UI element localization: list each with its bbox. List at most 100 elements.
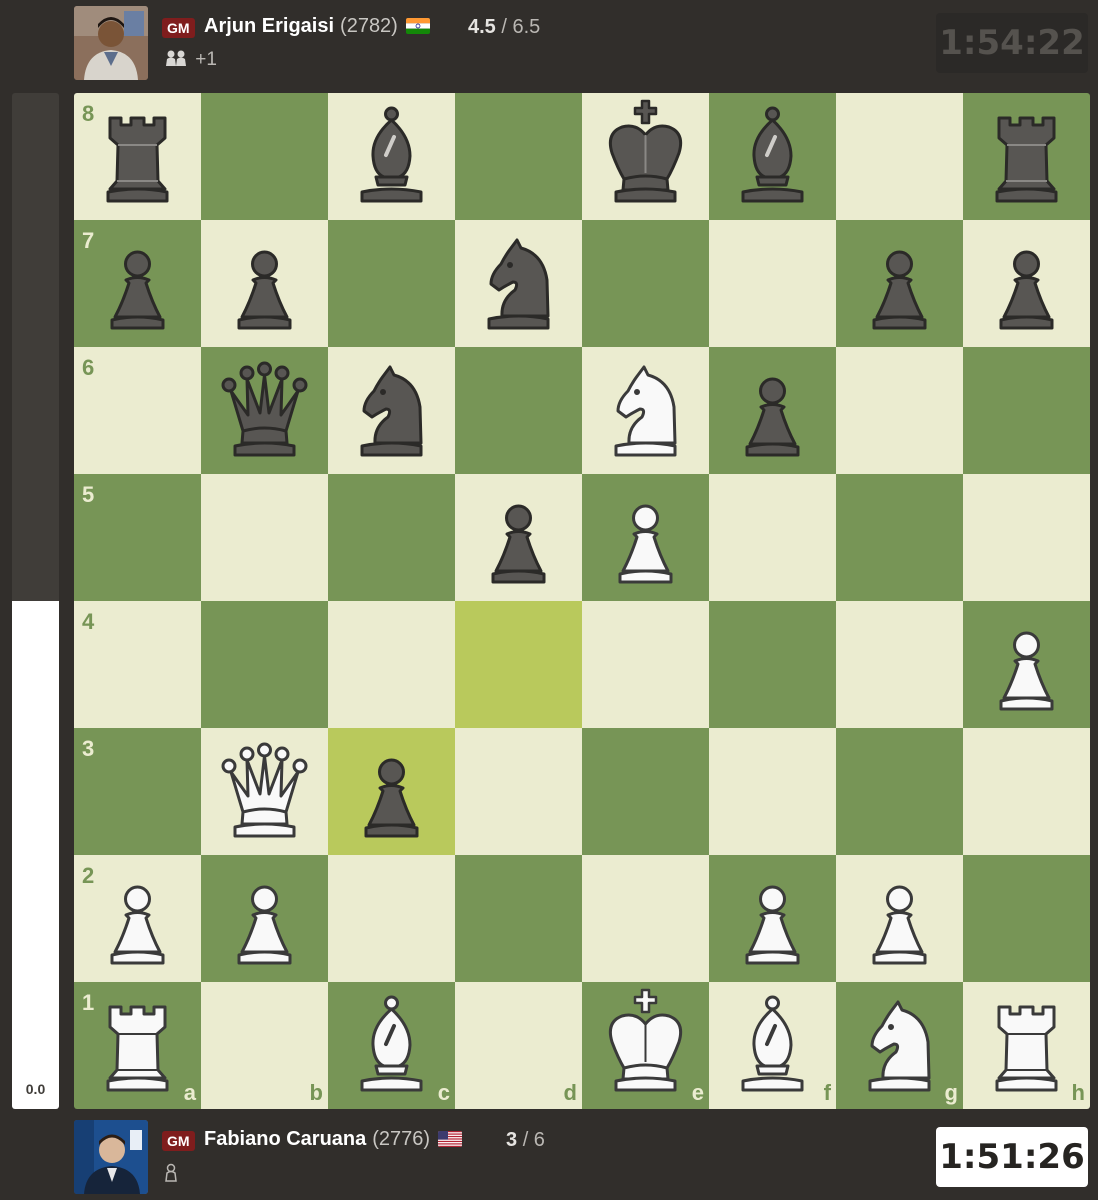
square-c3[interactable] <box>328 728 455 855</box>
square-a8[interactable]: 8 <box>74 93 201 220</box>
square-e8[interactable] <box>582 93 709 220</box>
square-f6[interactable] <box>709 347 836 474</box>
square-f8[interactable] <box>709 93 836 220</box>
white-pawn-icon[interactable] <box>836 855 963 982</box>
square-h3[interactable] <box>963 728 1090 855</box>
square-b3[interactable] <box>201 728 328 855</box>
square-a5[interactable]: 5 <box>74 474 201 601</box>
white-king-icon[interactable] <box>582 982 709 1109</box>
square-a7[interactable]: 7 <box>74 220 201 347</box>
square-c5[interactable] <box>328 474 455 601</box>
square-c1[interactable]: c <box>328 982 455 1109</box>
black-bishop-icon[interactable] <box>328 93 455 220</box>
rank-label-5: 5 <box>82 482 95 507</box>
white-knight-icon[interactable] <box>836 982 963 1109</box>
square-b4[interactable] <box>201 601 328 728</box>
white-queen-icon[interactable] <box>201 728 328 855</box>
square-d2[interactable] <box>455 855 582 982</box>
square-g8[interactable] <box>836 93 963 220</box>
square-h7[interactable] <box>963 220 1090 347</box>
square-d1[interactable]: d <box>455 982 582 1109</box>
square-f7[interactable] <box>709 220 836 347</box>
black-queen-icon[interactable] <box>201 347 328 474</box>
square-b7[interactable] <box>201 220 328 347</box>
black-rook-icon[interactable] <box>963 93 1090 220</box>
square-g4[interactable] <box>836 601 963 728</box>
top-player-name[interactable]: Arjun Erigaisi <box>204 15 334 37</box>
black-pawn-icon[interactable] <box>709 347 836 474</box>
bottom-player-avatar[interactable] <box>74 1120 148 1194</box>
square-d3[interactable] <box>455 728 582 855</box>
square-d5[interactable] <box>455 474 582 601</box>
square-e3[interactable] <box>582 728 709 855</box>
black-pawn-icon[interactable] <box>328 728 455 855</box>
square-d7[interactable] <box>455 220 582 347</box>
black-rook-icon[interactable] <box>74 93 201 220</box>
white-rook-icon[interactable] <box>74 982 201 1109</box>
square-b6[interactable] <box>201 347 328 474</box>
square-h6[interactable] <box>963 347 1090 474</box>
square-g2[interactable] <box>836 855 963 982</box>
square-b2[interactable] <box>201 855 328 982</box>
square-a1[interactable]: 1a <box>74 982 201 1109</box>
square-b8[interactable] <box>201 93 328 220</box>
square-c7[interactable] <box>328 220 455 347</box>
square-h5[interactable] <box>963 474 1090 601</box>
white-pawn-icon[interactable] <box>963 601 1090 728</box>
black-bishop-icon[interactable] <box>709 93 836 220</box>
square-f4[interactable] <box>709 601 836 728</box>
evaluation-bar[interactable]: 0.0 <box>12 93 59 1109</box>
square-g7[interactable] <box>836 220 963 347</box>
square-d4[interactable] <box>455 601 582 728</box>
square-f5[interactable] <box>709 474 836 601</box>
square-a2[interactable]: 2 <box>74 855 201 982</box>
square-c2[interactable] <box>328 855 455 982</box>
square-b5[interactable] <box>201 474 328 601</box>
white-pawn-icon[interactable] <box>201 855 328 982</box>
square-h8[interactable] <box>963 93 1090 220</box>
chess-board[interactable]: 8 7 6 5 4 3 2 1 a b c d e f g h <box>74 93 1090 1109</box>
square-g6[interactable] <box>836 347 963 474</box>
square-e2[interactable] <box>582 855 709 982</box>
black-pawn-icon[interactable] <box>836 220 963 347</box>
square-f1[interactable]: f <box>709 982 836 1109</box>
square-d8[interactable] <box>455 93 582 220</box>
square-e6[interactable] <box>582 347 709 474</box>
white-pawn-icon[interactable] <box>709 855 836 982</box>
square-h4[interactable] <box>963 601 1090 728</box>
square-g3[interactable] <box>836 728 963 855</box>
black-pawn-icon[interactable] <box>963 220 1090 347</box>
square-g5[interactable] <box>836 474 963 601</box>
square-h2[interactable] <box>963 855 1090 982</box>
square-c6[interactable] <box>328 347 455 474</box>
black-pawn-icon[interactable] <box>455 474 582 601</box>
square-e7[interactable] <box>582 220 709 347</box>
square-f2[interactable] <box>709 855 836 982</box>
white-rook-icon[interactable] <box>963 982 1090 1109</box>
bottom-player-name[interactable]: Fabiano Caruana <box>204 1128 366 1150</box>
top-player-avatar[interactable] <box>74 6 148 80</box>
white-knight-icon[interactable] <box>582 347 709 474</box>
white-pawn-icon[interactable] <box>74 855 201 982</box>
black-knight-icon[interactable] <box>455 220 582 347</box>
square-d6[interactable] <box>455 347 582 474</box>
square-a3[interactable]: 3 <box>74 728 201 855</box>
square-e5[interactable] <box>582 474 709 601</box>
white-pawn-icon[interactable] <box>582 474 709 601</box>
white-bishop-icon[interactable] <box>709 982 836 1109</box>
square-h1[interactable]: h <box>963 982 1090 1109</box>
square-f3[interactable] <box>709 728 836 855</box>
square-b1[interactable]: b <box>201 982 328 1109</box>
black-knight-icon[interactable] <box>328 347 455 474</box>
black-pawn-icon[interactable] <box>74 220 201 347</box>
square-c4[interactable] <box>328 601 455 728</box>
square-e1[interactable]: e <box>582 982 709 1109</box>
black-king-icon[interactable] <box>582 93 709 220</box>
square-c8[interactable] <box>328 93 455 220</box>
square-a6[interactable]: 6 <box>74 347 201 474</box>
white-bishop-icon[interactable] <box>328 982 455 1109</box>
square-g1[interactable]: g <box>836 982 963 1109</box>
black-pawn-icon[interactable] <box>201 220 328 347</box>
square-a4[interactable]: 4 <box>74 601 201 728</box>
square-e4[interactable] <box>582 601 709 728</box>
